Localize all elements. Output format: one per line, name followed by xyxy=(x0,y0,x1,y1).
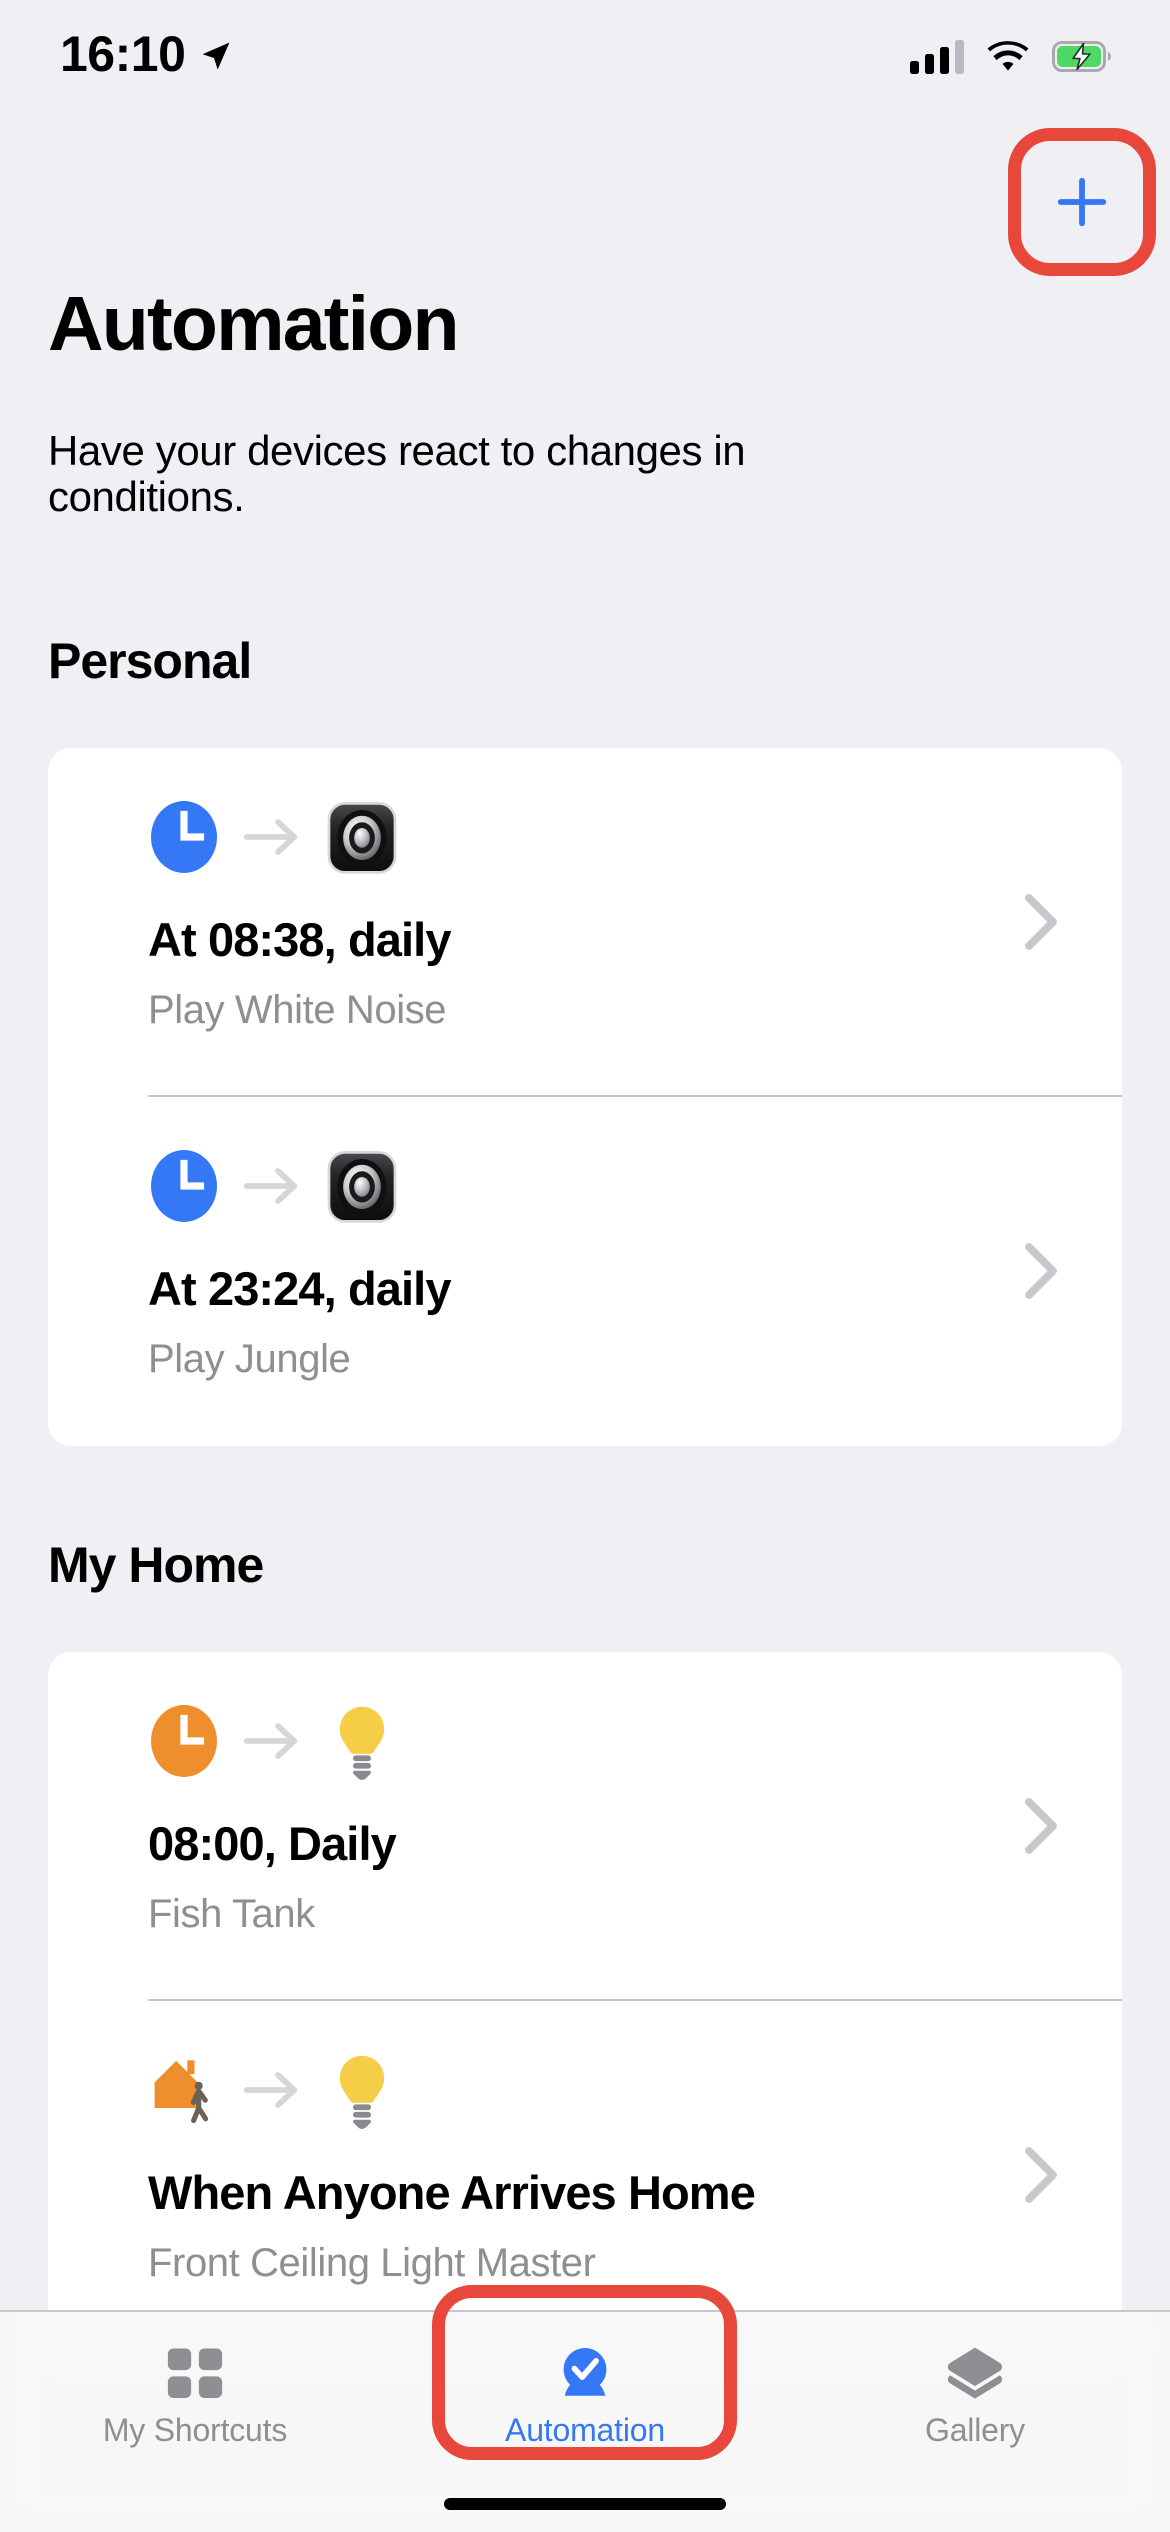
automation-row[interactable]: At 08:38, daily Play White Noise xyxy=(48,748,1122,1097)
automation-card-personal: At 08:38, daily Play White Noise At 23:2… xyxy=(48,748,1122,1446)
flow-arrow-icon xyxy=(243,819,298,855)
automation-row-title: When Anyone Arrives Home xyxy=(148,2166,756,2219)
speaker-app-icon xyxy=(327,802,397,874)
section-header-personal: Personal xyxy=(48,633,252,689)
flow-arrow-icon xyxy=(243,1168,298,1204)
clock-icon-blue xyxy=(151,801,217,873)
automation-row[interactable]: At 23:24, daily Play Jungle xyxy=(48,1097,1122,1446)
status-bar: 16:10 xyxy=(0,0,1170,112)
tab-label: Gallery xyxy=(925,2412,1025,2448)
status-bar-right xyxy=(910,38,1112,74)
tab-my-shortcuts[interactable]: My Shortcuts xyxy=(0,2342,390,2446)
automation-row-subtitle: Front Ceiling Light Master xyxy=(148,2241,596,2285)
chevron-right-icon xyxy=(1025,2147,1057,2203)
grid-squares-icon xyxy=(167,2348,223,2399)
row-icon-group xyxy=(148,2049,398,2131)
flow-arrow-icon xyxy=(243,2072,298,2108)
page-subtitle: Have your devices react to changes in co… xyxy=(48,427,746,521)
tab-label: My Shortcuts xyxy=(102,2412,288,2448)
chevron-right-icon xyxy=(1025,1243,1057,1299)
status-bar-left: 16:10 xyxy=(60,29,233,83)
row-icon-group xyxy=(148,1145,398,1227)
layers-stack-icon xyxy=(947,2347,1003,2399)
automation-check-icon xyxy=(563,2347,607,2396)
automation-row-subtitle: Play Jungle xyxy=(148,1337,351,1381)
home-arrive-icon xyxy=(154,2060,209,2124)
row-icon-group xyxy=(148,1700,398,1782)
tab-label: Automation xyxy=(505,2412,665,2448)
flow-arrow-icon xyxy=(243,1723,298,1759)
wifi-icon xyxy=(987,41,1029,71)
status-bar-clock: 16:10 xyxy=(60,26,186,82)
automation-row-title: 08:00, Daily xyxy=(148,1817,397,1870)
automation-row[interactable]: 08:00, Daily Fish Tank xyxy=(48,1652,1122,2001)
add-automation-button[interactable] xyxy=(1032,152,1132,252)
automation-row[interactable]: When Anyone Arrives Home Front Ceiling L… xyxy=(48,2001,1122,2350)
section-header-my-home: My Home xyxy=(48,1537,264,1593)
home-indicator xyxy=(444,2498,726,2510)
cellular-bars-icon xyxy=(910,38,964,74)
clock-icon-blue xyxy=(151,1150,217,1222)
page-title: Automation xyxy=(48,281,460,367)
automation-row-subtitle: Fish Tank xyxy=(148,1892,315,1936)
tab-gallery[interactable]: Gallery xyxy=(780,2342,1170,2446)
automation-row-subtitle: Play White Noise xyxy=(148,988,447,1032)
clock-icon-orange xyxy=(151,1705,217,1777)
automation-card-my-home: 08:00, Daily Fish Tank When Anyone Arriv… xyxy=(48,1652,1122,2352)
automation-row-title: At 23:24, daily xyxy=(148,1262,451,1315)
lightbulb-icon xyxy=(339,2055,385,2130)
automation-row-title: At 08:38, daily xyxy=(148,913,451,966)
shortcuts-automation-screen: 16:10 Automation Have your devices react… xyxy=(0,0,1170,2532)
row-icon-group xyxy=(148,796,398,878)
chevron-right-icon xyxy=(1025,894,1057,950)
battery-charging-icon xyxy=(1052,40,1111,72)
speaker-app-icon xyxy=(327,1151,397,1223)
tab-automation[interactable]: Automation xyxy=(390,2342,780,2446)
plus-icon xyxy=(1057,177,1107,227)
lightbulb-icon xyxy=(339,1706,385,1781)
location-arrow-icon xyxy=(202,42,230,70)
chevron-right-icon xyxy=(1025,1798,1057,1854)
